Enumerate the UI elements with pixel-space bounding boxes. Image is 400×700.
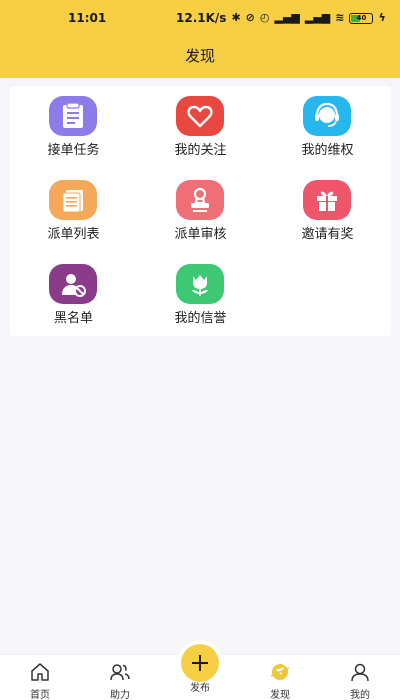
wifi-icon: ≋ bbox=[335, 11, 345, 24]
mute-icon: ⊘ bbox=[245, 11, 255, 24]
grid-item-label: 派单审核 bbox=[174, 227, 227, 242]
grid-item-blacklist[interactable]: 黑名单 bbox=[10, 254, 137, 338]
grid-item-accept-task[interactable]: 接单任务 bbox=[10, 86, 137, 170]
document-list-icon bbox=[49, 180, 97, 220]
grid-item-label: 黑名单 bbox=[53, 311, 93, 326]
support-headset-icon bbox=[303, 96, 351, 136]
battery-icon: 40 bbox=[349, 12, 374, 24]
tab-assist-label: 助力 bbox=[110, 690, 130, 700]
status-indicators: 12.1K/s ✱ ⊘ ◴ ▂▄▆ ▂▄▆ ≋ 40 ϟ bbox=[176, 11, 386, 25]
grid-item-dispatch-review[interactable]: 派单审核 bbox=[137, 170, 264, 254]
tab-mine[interactable]: 我的 bbox=[320, 655, 400, 700]
grid-item-my-follows[interactable]: 我的关注 bbox=[137, 86, 264, 170]
discover-icon bbox=[270, 664, 290, 680]
grid-item-label: 派单列表 bbox=[47, 227, 100, 242]
signal-icon: ▂▄▆ bbox=[274, 11, 300, 24]
tab-home[interactable]: 首页 bbox=[0, 655, 80, 700]
heart-icon bbox=[176, 96, 224, 136]
discover-grid: 接单任务 我的关注 我的维权 派单列表 派单审核 邀请有奖 黑名单 我的信誉 bbox=[10, 86, 391, 336]
status-bar: 11:01 12.1K/s ✱ ⊘ ◴ ▂▄▆ ▂▄▆ ≋ 40 ϟ bbox=[0, 0, 400, 34]
blocked-user-icon bbox=[49, 264, 97, 304]
publish-label: 发布 bbox=[190, 683, 210, 694]
tab-discover-label: 发现 bbox=[270, 690, 290, 700]
grid-item-label: 我的关注 bbox=[174, 143, 227, 158]
gift-icon bbox=[303, 180, 351, 220]
tab-discover[interactable]: 发现 bbox=[240, 655, 320, 700]
tab-assist[interactable]: 助力 bbox=[80, 655, 160, 700]
grid-item-dispatch-list[interactable]: 派单列表 bbox=[10, 170, 137, 254]
signal-icon-2: ▂▄▆ bbox=[304, 11, 331, 24]
plus-icon bbox=[192, 655, 208, 671]
charging-icon: ϟ bbox=[378, 11, 386, 24]
network-speed: 12.1K/s bbox=[176, 11, 227, 25]
bluetooth-icon: ✱ bbox=[231, 11, 241, 24]
user-icon bbox=[351, 663, 369, 682]
home-icon bbox=[31, 663, 49, 681]
tulip-icon bbox=[176, 264, 224, 304]
grid-item-label: 我的信誉 bbox=[174, 311, 227, 326]
alarm-icon: ◴ bbox=[259, 11, 270, 24]
publish-button[interactable] bbox=[181, 644, 219, 682]
task-list-icon bbox=[49, 96, 97, 136]
tab-mine-label: 我的 bbox=[350, 690, 370, 700]
grid-item-my-reputation[interactable]: 我的信誉 bbox=[137, 254, 264, 338]
grid-item-label: 我的维权 bbox=[301, 143, 354, 158]
grid-item-label: 邀请有奖 bbox=[301, 227, 354, 242]
users-icon bbox=[110, 664, 130, 681]
grid-item-invite-reward[interactable]: 邀请有奖 bbox=[264, 170, 391, 254]
grid-item-my-rights[interactable]: 我的维权 bbox=[264, 86, 391, 170]
tab-home-label: 首页 bbox=[30, 690, 50, 700]
header-bar: 11:01 12.1K/s ✱ ⊘ ◴ ▂▄▆ ▂▄▆ ≋ 40 ϟ 发现 bbox=[0, 0, 400, 78]
status-time: 11:01 bbox=[68, 11, 107, 25]
stamp-icon bbox=[176, 180, 224, 220]
grid-item-label: 接单任务 bbox=[47, 143, 100, 158]
page-title: 发现 bbox=[184, 47, 215, 65]
